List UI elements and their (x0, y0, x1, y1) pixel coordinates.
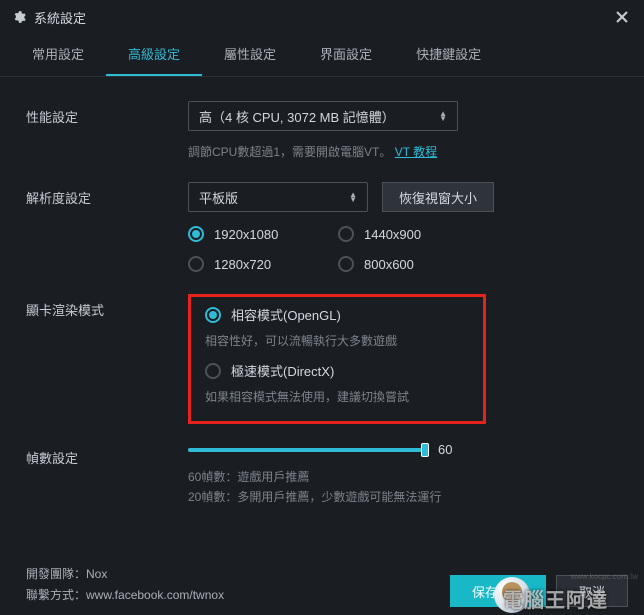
tab-advanced[interactable]: 高級設定 (106, 34, 202, 76)
performance-hint: 調節CPU數超過1，需要開啟電腦VT。 VT 教程 (188, 143, 618, 160)
resolution-row: 解析度設定 平板版 ▲▼ 恢復視窗大小 1920x1080 1440x900 (26, 182, 618, 272)
resolution-label: 解析度設定 (26, 182, 188, 272)
render-opengl-desc: 相容性好，可以流暢執行大多數遊戲 (205, 332, 469, 349)
render-label: 顯卡渲染模式 (26, 294, 188, 424)
window-title: 系統設定 (34, 8, 86, 27)
tabs: 常用設定 高級設定 屬性設定 界面設定 快捷鍵設定 (0, 34, 644, 77)
footer: 開發團隊：Nox 聯繫方式：www.facebook.com/twnox 保存設… (26, 564, 628, 607)
resolution-radio-1920x1080[interactable]: 1920x1080 (188, 226, 338, 242)
fps-hints: 60幀數：遊戲用戶推薦 20幀數：多開用戶推薦，少數遊戲可能無法運行 (188, 467, 618, 508)
render-directx-desc: 如果相容模式無法使用，建議切換嘗試 (205, 388, 469, 405)
restore-window-button[interactable]: 恢復視窗大小 (382, 182, 494, 212)
gear-icon (12, 10, 26, 24)
performance-row: 性能設定 高（4 核 CPU, 3072 MB 記憶體） ▲▼ 調節CPU數超過… (26, 101, 618, 160)
render-row: 顯卡渲染模式 相容模式(OpenGL) 相容性好，可以流暢執行大多數遊戲 極速模… (26, 294, 618, 424)
render-radio-opengl[interactable]: 相容模式(OpenGL) (205, 305, 469, 324)
render-radio-directx[interactable]: 極速模式(DirectX) (205, 361, 469, 380)
vt-tutorial-link[interactable]: VT 教程 (395, 145, 437, 159)
radio-icon (338, 226, 354, 242)
tab-shortcuts[interactable]: 快捷鍵設定 (394, 34, 503, 76)
fps-label: 幀數設定 (26, 442, 188, 508)
resolution-radio-800x600[interactable]: 800x600 (338, 256, 488, 272)
chevron-updown-icon: ▲▼ (349, 192, 357, 202)
fps-slider[interactable] (188, 448, 426, 452)
fps-row: 幀數設定 60 60幀數：遊戲用戶推薦 20幀數：多開用戶推薦，少數遊戲可能無法… (26, 442, 618, 508)
radio-icon (205, 363, 221, 379)
radio-icon (188, 256, 204, 272)
resolution-options: 1920x1080 1440x900 1280x720 800x600 (188, 226, 618, 272)
content: 性能設定 高（4 核 CPU, 3072 MB 記憶體） ▲▼ 調節CPU數超過… (0, 77, 644, 528)
tab-general[interactable]: 常用設定 (10, 34, 106, 76)
save-button[interactable]: 保存設定 (450, 575, 546, 607)
resolution-radio-1440x900[interactable]: 1440x900 (338, 226, 488, 242)
resolution-mode-value: 平板版 (199, 188, 238, 207)
resolution-radio-1280x720[interactable]: 1280x720 (188, 256, 338, 272)
chevron-updown-icon: ▲▼ (439, 111, 447, 121)
tab-interface[interactable]: 界面設定 (298, 34, 394, 76)
resolution-mode-select[interactable]: 平板版 ▲▼ (188, 182, 368, 212)
close-button[interactable] (612, 7, 632, 27)
titlebar: 系統設定 (0, 0, 644, 34)
fps-value: 60 (438, 442, 452, 457)
slider-thumb[interactable] (421, 443, 429, 457)
radio-icon (338, 256, 354, 272)
radio-icon (205, 307, 221, 323)
dev-team: Nox (86, 567, 107, 581)
performance-value: 高（4 核 CPU, 3072 MB 記憶體） (199, 107, 395, 126)
contact-link[interactable]: www.facebook.com/twnox (86, 588, 224, 602)
radio-icon (188, 226, 204, 242)
render-highlight-box: 相容模式(OpenGL) 相容性好，可以流暢執行大多數遊戲 極速模式(Direc… (188, 294, 486, 424)
performance-label: 性能設定 (26, 101, 188, 160)
performance-select[interactable]: 高（4 核 CPU, 3072 MB 記憶體） ▲▼ (188, 101, 458, 131)
watermark: www.kocpc.com.tw (570, 572, 638, 581)
tab-properties[interactable]: 屬性設定 (202, 34, 298, 76)
